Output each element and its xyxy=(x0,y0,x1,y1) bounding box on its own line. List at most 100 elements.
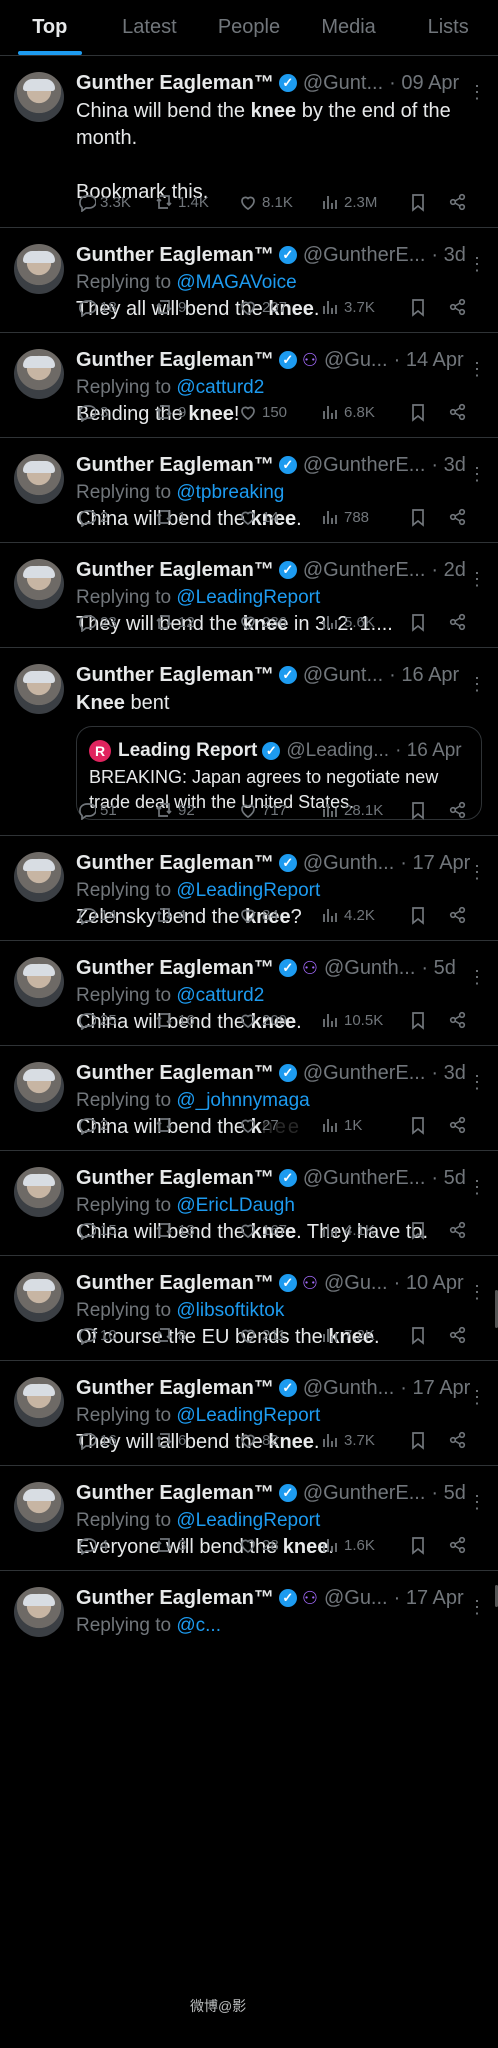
reply-mention-link[interactable]: @_johnnymaga xyxy=(176,1090,309,1111)
like-button[interactable]: 8.1K xyxy=(238,192,320,212)
quoted-author-name[interactable]: Leading Report xyxy=(118,740,257,762)
more-options-icon[interactable]: ⋮ xyxy=(468,1492,486,1513)
author-name[interactable]: Gunther Eagleman™ xyxy=(76,454,274,477)
views-button[interactable]: 788 xyxy=(320,507,408,527)
tab-top[interactable]: Top xyxy=(0,16,100,55)
views-button[interactable]: 7.2K xyxy=(320,1325,408,1345)
like-button[interactable]: 14 xyxy=(238,507,320,527)
views-button[interactable]: 4.2K xyxy=(320,905,408,925)
tab-media[interactable]: Media xyxy=(299,16,399,55)
avatar[interactable] xyxy=(14,852,64,902)
bookmark-button[interactable] xyxy=(408,192,448,212)
views-button[interactable]: 6.8K xyxy=(320,402,408,422)
reply-button[interactable]: 3 xyxy=(76,402,154,422)
author-handle[interactable]: @Gu... xyxy=(324,1587,388,1610)
avatar[interactable] xyxy=(14,1272,64,1322)
reply-button[interactable]: 15 xyxy=(76,1220,154,1240)
author-handle[interactable]: @GuntherE... xyxy=(303,1062,426,1085)
avatar[interactable] xyxy=(14,1482,64,1532)
share-button[interactable] xyxy=(448,192,478,212)
tweet-date[interactable]: · 09 Apr xyxy=(389,72,459,95)
tweet-date[interactable]: · 16 Apr xyxy=(389,664,459,687)
retweet-button[interactable]: 3 xyxy=(154,1535,238,1555)
tweet-date[interactable]: · 14 Apr xyxy=(394,349,464,372)
tweet[interactable]: Gunther Eagleman™ ✓ ⚇ @Gu... · 14 Apr ⋮ Replyi… xyxy=(0,333,498,438)
more-options-icon[interactable]: ⋮ xyxy=(468,82,486,103)
tweet-date[interactable]: · 2d xyxy=(431,559,465,582)
share-button[interactable] xyxy=(448,1535,478,1555)
avatar[interactable] xyxy=(14,1377,64,1427)
bookmark-button[interactable] xyxy=(408,1325,448,1345)
tweet-date[interactable]: · 17 Apr xyxy=(394,1587,464,1610)
bookmark-button[interactable] xyxy=(408,1115,448,1135)
reply-mention-link[interactable]: @LeadingReport xyxy=(176,1510,320,1531)
more-options-icon[interactable]: ⋮ xyxy=(468,1282,486,1303)
avatar[interactable] xyxy=(14,664,64,714)
share-button[interactable] xyxy=(448,1220,478,1240)
like-button[interactable]: 207 xyxy=(238,297,320,317)
more-options-icon[interactable]: ⋮ xyxy=(468,1597,486,1618)
share-button[interactable] xyxy=(448,612,478,632)
avatar[interactable] xyxy=(14,559,64,609)
more-options-icon[interactable]: ⋮ xyxy=(468,464,486,485)
author-name[interactable]: Gunther Eagleman™ xyxy=(76,1587,274,1610)
bookmark-button[interactable] xyxy=(408,1010,448,1030)
tweet-date[interactable]: · 5d xyxy=(431,1167,465,1190)
quoted-author-handle[interactable]: @Leading... xyxy=(286,740,389,762)
bookmark-button[interactable] xyxy=(408,1430,448,1450)
author-name[interactable]: Gunther Eagleman™ xyxy=(76,1482,274,1505)
like-button[interactable]: 717 xyxy=(238,800,320,820)
tweet-date[interactable]: · 5d xyxy=(431,1482,465,1505)
retweet-button[interactable]: 9 xyxy=(154,297,238,317)
like-button[interactable]: 167 xyxy=(238,1220,320,1240)
share-button[interactable] xyxy=(448,905,478,925)
author-handle[interactable]: @GuntherE... xyxy=(303,244,426,267)
share-button[interactable] xyxy=(448,507,478,527)
retweet-button[interactable]: 1 xyxy=(154,507,238,527)
bookmark-button[interactable] xyxy=(408,297,448,317)
reply-button[interactable]: 4 xyxy=(76,1535,154,1555)
reply-mention-link[interactable]: @libsoftiktok xyxy=(176,1300,284,1321)
retweet-button[interactable] xyxy=(154,1115,238,1135)
reply-button[interactable]: 23 xyxy=(76,612,154,632)
reply-button[interactable]: 25 xyxy=(76,1010,154,1030)
author-name[interactable]: Gunther Eagleman™ xyxy=(76,957,274,980)
tweet[interactable]: Gunther Eagleman™ ✓ ⚇ @Gunth... · 5d ⋮ Replyin… xyxy=(0,941,498,1046)
share-button[interactable] xyxy=(448,1010,478,1030)
like-button[interactable]: 209 xyxy=(238,1010,320,1030)
author-name[interactable]: Gunther Eagleman™ xyxy=(76,1062,274,1085)
avatar[interactable] xyxy=(14,72,64,122)
author-handle[interactable]: @GuntherE... xyxy=(303,454,426,477)
more-options-icon[interactable]: ⋮ xyxy=(468,1177,486,1198)
bookmark-button[interactable] xyxy=(408,905,448,925)
views-button[interactable]: 3.7K xyxy=(320,297,408,317)
views-button[interactable]: 3.7K xyxy=(320,1430,408,1450)
bookmark-button[interactable] xyxy=(408,1220,448,1240)
reply-button[interactable]: 2 xyxy=(76,1115,154,1135)
author-handle[interactable]: @Gu... xyxy=(324,349,388,372)
bookmark-button[interactable] xyxy=(408,507,448,527)
tweet[interactable]: Gunther Eagleman™ ✓ @GuntherE... · 2d ⋮ Reply… xyxy=(0,543,498,648)
bookmark-button[interactable] xyxy=(408,612,448,632)
reply-mention-link[interactable]: @LeadingReport xyxy=(176,587,320,608)
retweet-button[interactable]: 92 xyxy=(154,800,238,820)
tab-latest[interactable]: Latest xyxy=(100,16,200,55)
tweet[interactable]: Gunther Eagleman™ ✓ @Gunt... · 16 Apr ⋮ Knee … xyxy=(0,648,498,836)
author-name[interactable]: Gunther Eagleman™ xyxy=(76,559,274,582)
avatar[interactable] xyxy=(14,244,64,294)
reply-mention-link[interactable]: @catturd2 xyxy=(176,377,264,398)
tweet-date[interactable]: · 5d xyxy=(421,957,455,980)
author-handle[interactable]: @Gunth... xyxy=(324,957,415,980)
tweet[interactable]: Gunther Eagleman™ ✓ @GuntherE... · 5d ⋮ Reply… xyxy=(0,1151,498,1256)
reply-button[interactable]: 14 xyxy=(76,905,154,925)
author-name[interactable]: Gunther Eagleman™ xyxy=(76,1167,274,1190)
views-button[interactable]: 2.3M xyxy=(320,192,408,212)
retweet-button[interactable]: 4 xyxy=(154,905,238,925)
author-handle[interactable]: @Gunt... xyxy=(303,72,383,95)
bookmark-button[interactable] xyxy=(408,402,448,422)
reply-mention-link[interactable]: @tpbreaking xyxy=(176,482,284,503)
reply-button[interactable]: 51 xyxy=(76,800,154,820)
tweet[interactable]: Gunther Eagleman™ ✓ @GuntherE... · 3d ⋮ Reply… xyxy=(0,438,498,543)
tweet[interactable]: Gunther Eagleman™ ✓ ⚇ @Gu... · 17 Apr ⋮ Replyi… xyxy=(0,1571,498,1651)
tweet[interactable]: Gunther Eagleman™ ✓ @Gunth... · 17 Apr ⋮ Repl… xyxy=(0,1361,498,1466)
